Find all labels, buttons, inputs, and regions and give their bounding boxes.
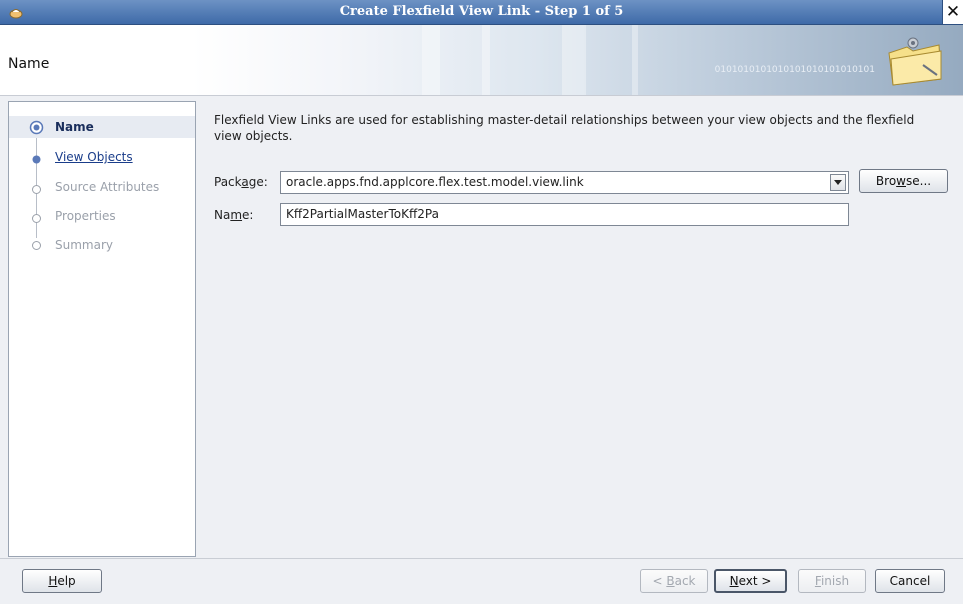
name-value[interactable]: Kff2PartialMasterToKff2Pa (286, 207, 439, 221)
step-node-icon (32, 155, 41, 164)
page-title: Name (8, 56, 50, 72)
step-summary-label: Summary (55, 238, 113, 252)
close-icon[interactable]: ✕ (942, 0, 963, 24)
step-view-objects[interactable]: View Objects (9, 146, 195, 168)
step-node-icon (32, 185, 41, 194)
browse-button[interactable]: Browse... (859, 169, 948, 193)
chevron-down-icon[interactable] (830, 174, 846, 191)
step-node-icon (32, 241, 41, 250)
footer-divider (0, 558, 963, 559)
name-input[interactable]: Kff2PartialMasterToKff2Pa (280, 203, 849, 226)
step-source-attributes: Source Attributes (9, 176, 195, 198)
back-button[interactable]: < Back (640, 569, 708, 593)
header-banner (192, 25, 963, 95)
step-source-attributes-label: Source Attributes (55, 180, 160, 194)
banner-binary-text: 0101010101010101010101010101 (714, 65, 875, 75)
finish-button[interactable]: Finish (798, 569, 866, 593)
name-label: Name: (214, 208, 254, 222)
step-name-label: Name (55, 120, 94, 134)
step-name[interactable]: Name (9, 116, 195, 138)
package-combobox[interactable]: oracle.apps.fnd.applcore.flex.test.model… (280, 171, 849, 194)
step-current-icon (29, 120, 44, 135)
title-bar: Create Flexfield View Link - Step 1 of 5… (0, 0, 963, 25)
step-summary: Summary (9, 234, 195, 256)
step-node-icon (32, 214, 41, 223)
step-properties-label: Properties (55, 209, 116, 223)
window-title: Create Flexfield View Link - Step 1 of 5 (339, 4, 624, 19)
wizard-header: Name 0101010101010101010101010101 (0, 25, 963, 96)
cancel-button[interactable]: Cancel (875, 569, 945, 593)
help-button[interactable]: Help (22, 569, 102, 593)
description-text: Flexfield View Links are used for establ… (214, 113, 915, 143)
step-view-objects-label[interactable]: View Objects (55, 150, 133, 164)
step-properties: Properties (9, 205, 195, 227)
package-value[interactable]: oracle.apps.fnd.applcore.flex.test.model… (286, 175, 584, 189)
next-button[interactable]: Next > (714, 569, 787, 593)
package-label: Package: (214, 175, 268, 189)
folder-wizard-icon (888, 37, 942, 86)
wizard-steps-panel: Name View Objects Source Attributes Prop… (8, 101, 196, 557)
